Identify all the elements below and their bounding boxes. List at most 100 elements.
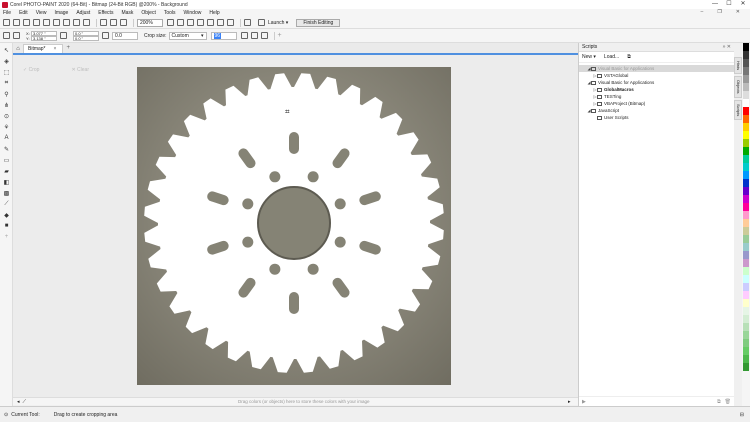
- docker-new-icon[interactable]: ⧉: [717, 399, 721, 405]
- tree-item[interactable]: User Scripts: [579, 114, 734, 121]
- tree-item[interactable]: ◢ Visual Basic for Applications: [579, 79, 734, 86]
- menu-file[interactable]: File: [3, 10, 11, 16]
- color-swatch[interactable]: [743, 323, 749, 331]
- crop-size-select[interactable]: Custom: [168, 31, 207, 40]
- minimize-button[interactable]: —: [708, 0, 722, 9]
- color-swatch[interactable]: [743, 275, 749, 283]
- color-swatch[interactable]: [743, 195, 749, 203]
- new-tab-icon[interactable]: +: [66, 44, 70, 53]
- zoom-level-field[interactable]: 200%: [137, 18, 163, 27]
- color-swatch[interactable]: [743, 307, 749, 315]
- new-document-icon[interactable]: [3, 19, 10, 26]
- color-swatch[interactable]: [743, 299, 749, 307]
- color-swatch[interactable]: [743, 291, 749, 299]
- tab-scripts[interactable]: Scripts: [734, 99, 742, 120]
- tree-item[interactable]: ▷ TESTing: [579, 93, 734, 100]
- print-icon[interactable]: [33, 19, 40, 26]
- mask-overlay-icon[interactable]: [187, 19, 194, 26]
- color-swatch[interactable]: [743, 219, 749, 227]
- color-swatch[interactable]: [743, 91, 749, 99]
- pick-tool-icon[interactable]: ↖: [2, 46, 11, 54]
- add-tool-icon[interactable]: +: [2, 233, 11, 241]
- snap-icon[interactable]: [207, 19, 214, 26]
- zoom-tool-icon[interactable]: ⚲: [2, 90, 11, 98]
- color-swatch[interactable]: [743, 227, 749, 235]
- script-properties-icon[interactable]: ⧉: [627, 54, 631, 60]
- doc-minimize-button[interactable]: –: [701, 9, 704, 15]
- crop-border-color-icon[interactable]: [260, 32, 268, 39]
- text-tool-icon[interactable]: A: [2, 134, 11, 142]
- menu-view[interactable]: View: [36, 10, 47, 16]
- red-eye-tool-icon[interactable]: ⊙: [2, 112, 11, 120]
- image-sprayer-icon[interactable]: ▩: [2, 189, 11, 197]
- swap-dimensions-icon[interactable]: [240, 32, 248, 39]
- tab-close-icon[interactable]: ×: [54, 45, 57, 53]
- menu-adjust[interactable]: Adjust: [76, 10, 90, 16]
- color-swatch[interactable]: [743, 123, 749, 131]
- color-swatch[interactable]: [743, 339, 749, 347]
- menu-edit[interactable]: Edit: [19, 10, 28, 16]
- color-swatch[interactable]: [743, 187, 749, 195]
- fill-tool-icon[interactable]: ◆: [2, 211, 11, 219]
- load-script-button[interactable]: Load...: [604, 54, 619, 60]
- color-swatch[interactable]: [743, 347, 749, 355]
- menu-mask[interactable]: Mask: [121, 10, 133, 16]
- eyedropper-tool-icon[interactable]: ⋔: [2, 101, 11, 109]
- menu-image[interactable]: Image: [54, 10, 68, 16]
- height-field[interactable]: 0.0 ": [73, 35, 99, 41]
- launch-menu[interactable]: Launch ▾: [258, 19, 288, 26]
- color-swatch[interactable]: [743, 115, 749, 123]
- rotation-field[interactable]: 0.0: [112, 31, 138, 40]
- color-swatch[interactable]: [743, 243, 749, 251]
- options-gear-icon[interactable]: [244, 19, 251, 26]
- color-swatches-icon[interactable]: ■: [2, 222, 11, 230]
- tree-item[interactable]: ▷ GlobalMacros: [579, 86, 734, 93]
- color-swatch[interactable]: [743, 99, 749, 107]
- maximize-button[interactable]: ☐: [722, 0, 736, 9]
- new-script-button[interactable]: New ▾: [582, 54, 596, 60]
- color-swatch[interactable]: [743, 283, 749, 291]
- cut-icon[interactable]: [43, 19, 50, 26]
- color-swatch[interactable]: [743, 139, 749, 147]
- rectangle-mask-icon[interactable]: ⬚: [2, 68, 11, 76]
- grid-icon[interactable]: [217, 19, 224, 26]
- tree-item[interactable]: ▷ VSTAGlobal: [579, 72, 734, 79]
- brush-tool-icon[interactable]: ⟋: [2, 200, 11, 208]
- color-swatch[interactable]: [743, 235, 749, 243]
- undo-icon[interactable]: [73, 19, 80, 26]
- bitmap-image[interactable]: [137, 67, 451, 385]
- object-picker-icon[interactable]: [177, 19, 184, 26]
- color-swatch[interactable]: [743, 331, 749, 339]
- copy-icon[interactable]: [53, 19, 60, 26]
- docker-delete-icon[interactable]: 🗑: [725, 399, 731, 405]
- eyedropper-small-icon[interactable]: ⟋: [23, 399, 27, 405]
- eraser-tool-icon[interactable]: ▰: [2, 167, 11, 175]
- resolution-field[interactable]: 96: [210, 31, 237, 40]
- status-settings-icon[interactable]: ⊟: [740, 412, 744, 418]
- canvas-area[interactable]: ✓ Crop ✕ Clear ⌗: [13, 53, 578, 397]
- run-script-icon[interactable]: ▶: [582, 399, 586, 405]
- scroll-left-icon[interactable]: ◂: [17, 399, 20, 405]
- menu-window[interactable]: Window: [184, 10, 202, 16]
- crop-to-mask-icon[interactable]: [250, 32, 258, 39]
- color-swatch[interactable]: [743, 155, 749, 163]
- redo-icon[interactable]: [83, 19, 90, 26]
- menu-object[interactable]: Object: [141, 10, 155, 16]
- crop-tool-icon[interactable]: ⌗: [2, 79, 11, 87]
- color-swatch[interactable]: [743, 51, 749, 59]
- tab-objects[interactable]: Objects: [734, 76, 742, 98]
- tree-item[interactable]: ▷ VBAProject (Bitmap): [579, 100, 734, 107]
- guidelines-icon[interactable]: [227, 19, 234, 26]
- doc-restore-button[interactable]: ❐: [717, 9, 721, 15]
- menu-effects[interactable]: Effects: [98, 10, 113, 16]
- color-swatch[interactable]: [743, 355, 749, 363]
- color-swatch[interactable]: [743, 107, 749, 115]
- color-swatch[interactable]: [743, 131, 749, 139]
- color-swatch[interactable]: [743, 67, 749, 75]
- doc-close-button[interactable]: ✕: [736, 9, 740, 15]
- reset-icon[interactable]: [13, 32, 20, 39]
- crop-toggle-icon[interactable]: [197, 19, 204, 26]
- color-swatch[interactable]: [743, 363, 749, 371]
- color-swatch[interactable]: [743, 251, 749, 259]
- color-swatch[interactable]: [743, 163, 749, 171]
